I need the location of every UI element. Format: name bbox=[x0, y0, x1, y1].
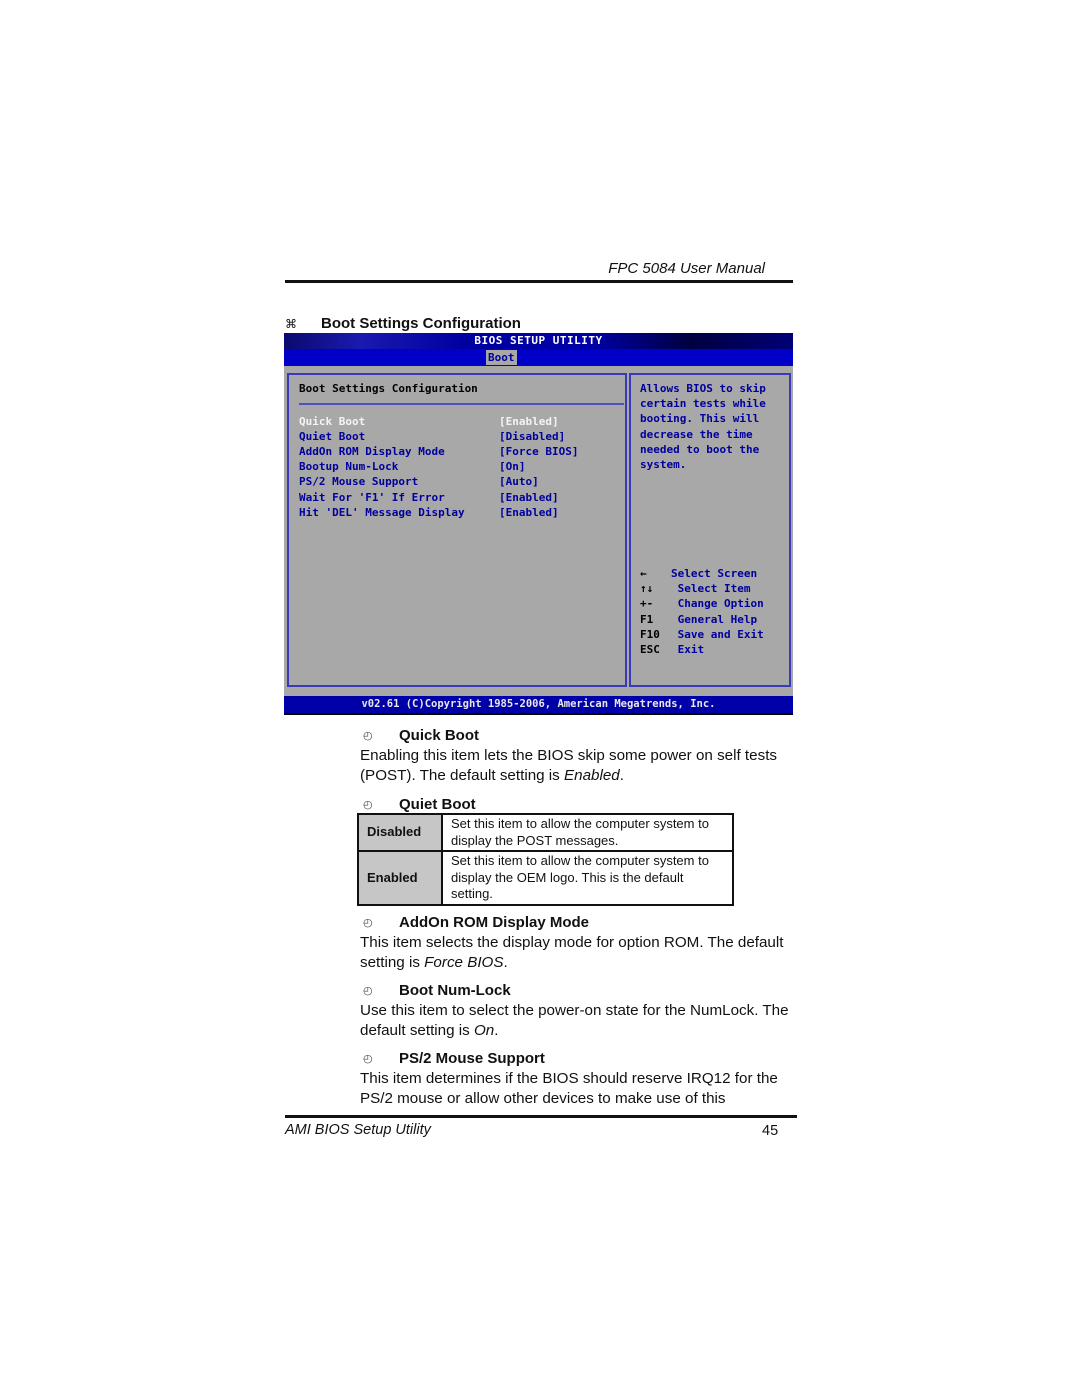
bios-key-row: +- Change Option bbox=[640, 596, 790, 611]
clock-bullet-icon: ◴ bbox=[363, 985, 373, 997]
default-value: Enabled bbox=[564, 766, 620, 784]
option-description: Set this item to allow the computer syst… bbox=[441, 850, 734, 906]
default-value: Force BIOS bbox=[424, 953, 504, 971]
clock-bullet-icon: ◴ bbox=[363, 730, 373, 742]
bios-setting-row[interactable]: Quick Boot [Enabled] bbox=[299, 414, 629, 429]
bios-panel-title: Boot Settings Configuration bbox=[299, 382, 478, 395]
bios-setting-label: Bootup Num-Lock bbox=[299, 460, 399, 474]
bios-setting-label: AddOn ROM Display Mode bbox=[299, 445, 445, 459]
quick-boot-heading-text: Quick Boot bbox=[399, 727, 480, 744]
bios-setting-value[interactable]: [On] bbox=[499, 459, 526, 474]
bios-setting-value[interactable]: [Auto] bbox=[499, 474, 539, 489]
bios-key-row: ↑↓ Select Item bbox=[640, 581, 790, 596]
bios-setting-value[interactable]: [Enabled] bbox=[499, 490, 559, 505]
bios-key: F10 bbox=[640, 627, 660, 641]
bios-setting-value[interactable]: [Enabled] bbox=[499, 505, 559, 520]
bios-key-row: ← Select Screen bbox=[640, 566, 790, 581]
ps2-mouse-description: This item determines if the BIOS should … bbox=[360, 1070, 778, 1107]
quick-boot-description: Enabling this item lets the BIOS skip so… bbox=[360, 746, 800, 785]
text: . bbox=[503, 953, 508, 971]
bios-setting-row[interactable]: Quiet Boot [Disabled] bbox=[299, 429, 629, 444]
addon-rom-heading-text: AddOn ROM Display Mode bbox=[399, 914, 590, 931]
bios-key-row: F10 Save and Exit bbox=[640, 627, 790, 642]
bios-key: F1 bbox=[640, 612, 654, 626]
bios-help-text: Allows BIOS to skip certain tests while … bbox=[640, 382, 766, 472]
bios-setting-value[interactable]: [Disabled] bbox=[499, 429, 565, 444]
bios-setting-row[interactable]: PS/2 Mouse Support [Auto] bbox=[299, 474, 629, 489]
option-description: Set this item to allow the computer syst… bbox=[441, 813, 734, 852]
running-header: FPC 5084 User Manual bbox=[608, 260, 765, 277]
section-title: ⌘ Boot Settings Configuration bbox=[285, 315, 521, 332]
bios-panel-divider bbox=[299, 403, 624, 405]
bios-settings-panel: Boot Settings Configuration Quick Boot [E… bbox=[287, 373, 627, 687]
bios-key: +- bbox=[640, 597, 654, 611]
default-value: On bbox=[473, 1021, 495, 1039]
bios-key: ESC bbox=[640, 642, 660, 656]
bios-setting-row[interactable]: AddOn ROM Display Mode [Force BIOS] bbox=[299, 444, 629, 459]
bios-key-description: Select Item bbox=[671, 582, 751, 596]
bios-footer-shadow bbox=[284, 713, 793, 715]
text: . bbox=[494, 1021, 499, 1039]
header-rule bbox=[285, 280, 793, 283]
bios-setting-value[interactable]: [Force BIOS] bbox=[499, 444, 578, 459]
bios-key-legend: ← Select Screen ↑↓ Select Item +- Change Op… bbox=[640, 566, 790, 657]
bios-key-description: Exit bbox=[671, 642, 705, 656]
bios-key-row: ESC Exit bbox=[640, 642, 790, 657]
bios-setting-row[interactable]: Hit 'DEL' Message Display [Enabled] bbox=[299, 505, 629, 520]
boot-numlock-heading-text: Boot Num-Lock bbox=[399, 982, 511, 999]
page-number: 45 bbox=[762, 1123, 779, 1139]
boot-numlock-description: Use this item to select the power-on sta… bbox=[360, 1001, 790, 1040]
text: . bbox=[619, 766, 624, 784]
option-name: Enabled bbox=[357, 850, 443, 906]
bios-setting-label: Quiet Boot bbox=[299, 430, 366, 444]
bios-setting-row[interactable]: Bootup Num-Lock [On] bbox=[299, 459, 629, 474]
quick-boot-heading: ◴ Quick Boot bbox=[359, 727, 479, 744]
bios-key: ↑↓ bbox=[640, 582, 654, 596]
bios-tab-bar: Boot bbox=[284, 349, 793, 366]
clock-bullet-icon: ◴ bbox=[363, 1053, 373, 1065]
bios-key-description: Select Screen bbox=[671, 567, 758, 580]
bios-title-bar: BIOS SETUP UTILITY bbox=[284, 333, 793, 349]
bios-key-description: Change Option bbox=[671, 597, 764, 611]
addon-rom-heading: ◴ AddOn ROM Display Mode bbox=[359, 914, 589, 931]
bios-copyright-footer: v02.61 (C)Copyright 1985-2006, American … bbox=[284, 696, 793, 713]
quiet-boot-heading: ◴ Quiet Boot bbox=[359, 796, 476, 813]
quiet-boot-heading-text: Quiet Boot bbox=[399, 796, 476, 813]
bios-key-description: Save and Exit bbox=[671, 627, 764, 641]
bios-setting-label: Wait For 'F1' If Error bbox=[299, 490, 445, 504]
bios-key-row: F1 General Help bbox=[640, 612, 790, 627]
bios-help-panel: Allows BIOS to skip certain tests while … bbox=[629, 373, 791, 687]
ps2-mouse-heading-text: PS/2 Mouse Support bbox=[399, 1050, 545, 1067]
bios-setting-label: Quick Boot bbox=[299, 415, 366, 428]
tab-boot[interactable]: Boot bbox=[486, 350, 517, 365]
clock-bullet-icon: ◴ bbox=[363, 917, 373, 929]
footer-rule bbox=[285, 1115, 797, 1118]
boot-numlock-heading: ◴ Boot Num-Lock bbox=[359, 982, 511, 999]
bios-setting-value[interactable]: [Enabled] bbox=[499, 414, 559, 429]
section-bullet-icon: ⌘ bbox=[285, 316, 297, 331]
option-name: Disabled bbox=[357, 813, 443, 852]
bios-screenshot: BIOS SETUP UTILITY Boot Boot Settings Co… bbox=[284, 333, 793, 715]
addon-rom-description: This item selects the display mode for o… bbox=[360, 933, 800, 972]
bios-setting-label: PS/2 Mouse Support bbox=[299, 475, 419, 489]
bios-setting-label: Hit 'DEL' Message Display bbox=[299, 505, 465, 519]
bios-key: ← bbox=[640, 567, 647, 580]
text: Use this item to select the power-on sta… bbox=[360, 1002, 789, 1039]
bios-setting-row[interactable]: Wait For 'F1' If Error [Enabled] bbox=[299, 490, 629, 505]
bios-key-description: General Help bbox=[671, 612, 758, 626]
clock-bullet-icon: ◴ bbox=[363, 799, 373, 811]
section-title-text: Boot Settings Configuration bbox=[321, 315, 521, 332]
option-row: Disabled Set this item to allow the compu… bbox=[357, 813, 734, 852]
ps2-mouse-heading: ◴ PS/2 Mouse Support bbox=[359, 1050, 545, 1067]
quiet-boot-options-table: Disabled Set this item to allow the compu… bbox=[357, 813, 734, 906]
footer-chapter-title: AMI BIOS Setup Utility bbox=[285, 1122, 431, 1138]
option-row: Enabled Set this item to allow the comput… bbox=[357, 850, 734, 906]
